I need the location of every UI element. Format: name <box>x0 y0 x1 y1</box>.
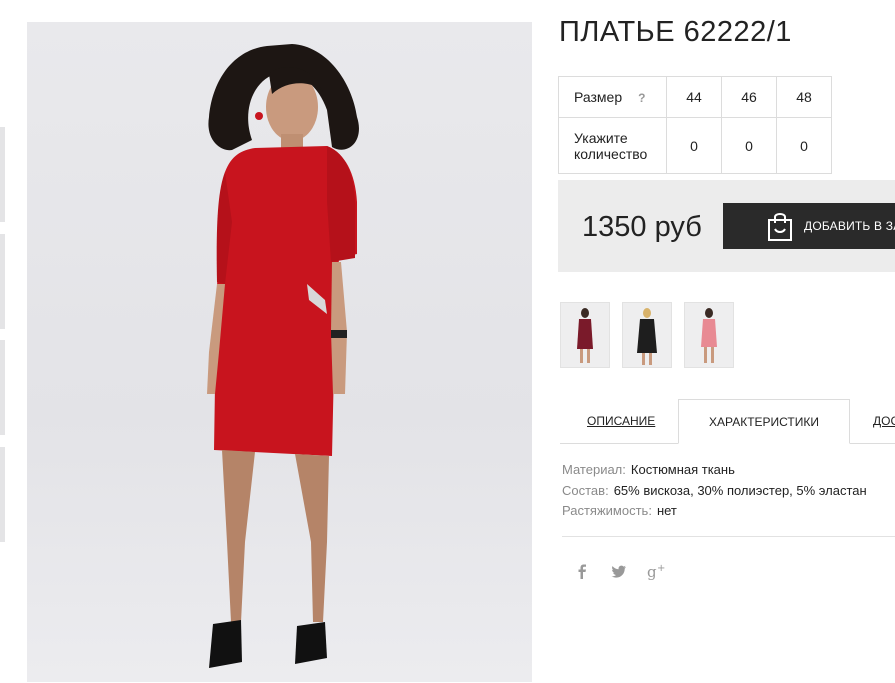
size-table: Размер? 44 46 48 Укажите количество 0 0 … <box>558 76 832 174</box>
social-divider <box>562 536 895 537</box>
spec-key: Материал: <box>562 462 626 477</box>
color-variant-pink[interactable] <box>684 302 734 368</box>
size-48: 48 <box>776 76 832 118</box>
twitter-icon[interactable] <box>608 560 630 582</box>
google-plus-icon[interactable]: g + <box>646 560 668 582</box>
burgundy-dress-thumbnail <box>577 308 593 363</box>
size-label: Размер <box>574 89 623 105</box>
quantity-label: Укажите количество <box>558 117 667 174</box>
add-to-cart-label: ДОБАВИТЬ В ЗАКАЗ <box>804 219 895 233</box>
quantity-input-48[interactable]: 0 <box>789 138 819 154</box>
color-variant-burgundy[interactable] <box>560 302 610 368</box>
shopping-bag-icon <box>768 213 792 241</box>
price-box: 1350 руб ДОБАВИТЬ В ЗАКАЗ <box>558 180 895 272</box>
quantity-cell-44: 0 <box>666 117 722 174</box>
spec-value: Костюмная ткань <box>630 462 735 477</box>
spec-composition: Состав: 65% вискоза, 30% полиэстер, 5% эл… <box>562 483 867 498</box>
spec-key: Растяжимость: <box>562 503 652 518</box>
product-title: ПЛАТЬЕ 62222/1 <box>559 16 792 48</box>
gallery-thumb-4[interactable] <box>0 447 5 542</box>
pink-dress-thumbnail <box>701 308 717 363</box>
size-row: Размер? 44 46 48 <box>558 76 832 118</box>
gallery-thumb-1[interactable] <box>0 127 5 222</box>
spec-stretch: Растяжимость: нет <box>562 503 677 518</box>
size-44: 44 <box>666 76 722 118</box>
quantity-row: Укажите количество 0 0 0 <box>558 117 832 174</box>
tab-delivery[interactable]: ДОСТАВКА <box>873 399 895 443</box>
spec-material: Материал: Костюмная ткань <box>562 462 735 477</box>
svg-text:g: g <box>647 563 657 581</box>
gallery-thumb-3[interactable] <box>0 340 5 435</box>
spec-key: Состав: <box>562 483 609 498</box>
quantity-cell-48: 0 <box>776 117 832 174</box>
gallery-thumb-2[interactable] <box>0 234 5 329</box>
product-tabs: ОПИСАНИЕ ХАРАКТЕРИСТИКИ ДОСТАВКА <box>560 399 895 444</box>
add-to-cart-button[interactable]: ДОБАВИТЬ В ЗАКАЗ <box>723 203 895 249</box>
product-main-photo[interactable] <box>27 22 532 682</box>
svg-text:+: + <box>657 563 665 574</box>
quantity-input-44[interactable]: 0 <box>679 138 709 154</box>
quantity-input-46[interactable]: 0 <box>734 138 764 154</box>
spec-value: нет <box>656 503 677 518</box>
spec-value: 65% вискоза, 30% полиэстер, 5% эластан <box>613 483 867 498</box>
black-dress-thumbnail <box>637 308 657 365</box>
facebook-icon[interactable] <box>571 560 593 582</box>
product-price: 1350 руб <box>582 211 702 243</box>
quantity-label-text: Укажите количество <box>574 129 648 162</box>
tab-characteristics[interactable]: ХАРАКТЕРИСТИКИ <box>678 399 850 444</box>
quantity-cell-46: 0 <box>721 117 777 174</box>
size-help-icon[interactable]: ? <box>638 91 645 105</box>
size-46: 46 <box>721 76 777 118</box>
tab-description[interactable]: ОПИСАНИЕ <box>587 399 655 443</box>
size-label-cell: Размер? <box>558 76 667 118</box>
model-in-red-dress-illustration <box>207 44 359 668</box>
color-variant-black[interactable] <box>622 302 672 368</box>
